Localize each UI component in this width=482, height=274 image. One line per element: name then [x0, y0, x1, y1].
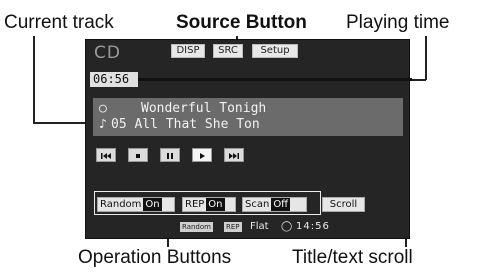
setup-button[interactable]: Setup — [252, 44, 298, 58]
next-track-button[interactable] — [224, 148, 244, 162]
scan-label: Scan — [245, 199, 270, 210]
device-screen: CD DISP SRC Setup 06:56 ○ Wonderful Toni… — [85, 39, 412, 239]
progress-track[interactable] — [138, 78, 412, 81]
clock-time: 14:56 — [296, 221, 330, 232]
pause-icon — [167, 153, 173, 159]
scan-button[interactable]: Scan Off — [242, 197, 307, 212]
playing-time-callout: Playing time — [346, 12, 450, 33]
play-icon — [200, 153, 205, 159]
track-title: Wonderful Tonigh — [141, 101, 267, 116]
rep-status-badge: REP — [224, 222, 242, 232]
src-button[interactable]: SRC — [213, 44, 243, 58]
random-label: Random — [100, 199, 142, 210]
source-label: CD — [94, 43, 121, 63]
operation-buttons-callout: Operation Buttons — [78, 247, 232, 268]
elapsed-time: 06:56 — [90, 72, 138, 87]
previous-track-icon — [101, 153, 111, 159]
clock-icon: ◯ — [281, 221, 293, 232]
music-note-icon: ♪ — [99, 117, 107, 132]
pause-button[interactable] — [160, 148, 180, 162]
title-text-scroll-callout: Title/text scroll — [292, 247, 413, 268]
current-track-callout: Current track — [4, 12, 114, 33]
scroll-button[interactable]: Scroll — [322, 197, 365, 212]
leader-current-track-v — [33, 36, 35, 123]
next-track-icon — [229, 153, 239, 159]
rep-button[interactable]: REP On — [182, 197, 236, 212]
scan-state: Off — [271, 198, 291, 211]
rep-label: REP — [185, 199, 205, 210]
rep-state: On — [206, 198, 225, 211]
previous-track-button[interactable] — [96, 148, 116, 162]
disc-icon: ○ — [99, 101, 107, 116]
leader-playing-time-v — [425, 36, 427, 80]
track-info: ○ Wonderful Tonigh ♪ 05 All That She Ton — [93, 98, 403, 136]
stop-button[interactable] — [128, 148, 148, 162]
play-button[interactable] — [192, 148, 212, 162]
operation-buttons: Random On REP On Scan Off — [97, 194, 318, 214]
disp-button[interactable]: DISP — [171, 44, 205, 58]
random-status-badge: Random — [180, 222, 213, 232]
random-state: On — [143, 198, 162, 211]
top-bar: CD DISP SRC Setup — [86, 40, 409, 63]
eq-setting: Flat — [250, 221, 269, 232]
source-button-callout: Source Button — [176, 12, 307, 33]
time-bar: 06:56 — [90, 72, 412, 87]
stop-icon — [136, 154, 140, 158]
track-line: 05 All That She Ton — [111, 117, 260, 132]
random-button[interactable]: Random On — [97, 197, 175, 212]
